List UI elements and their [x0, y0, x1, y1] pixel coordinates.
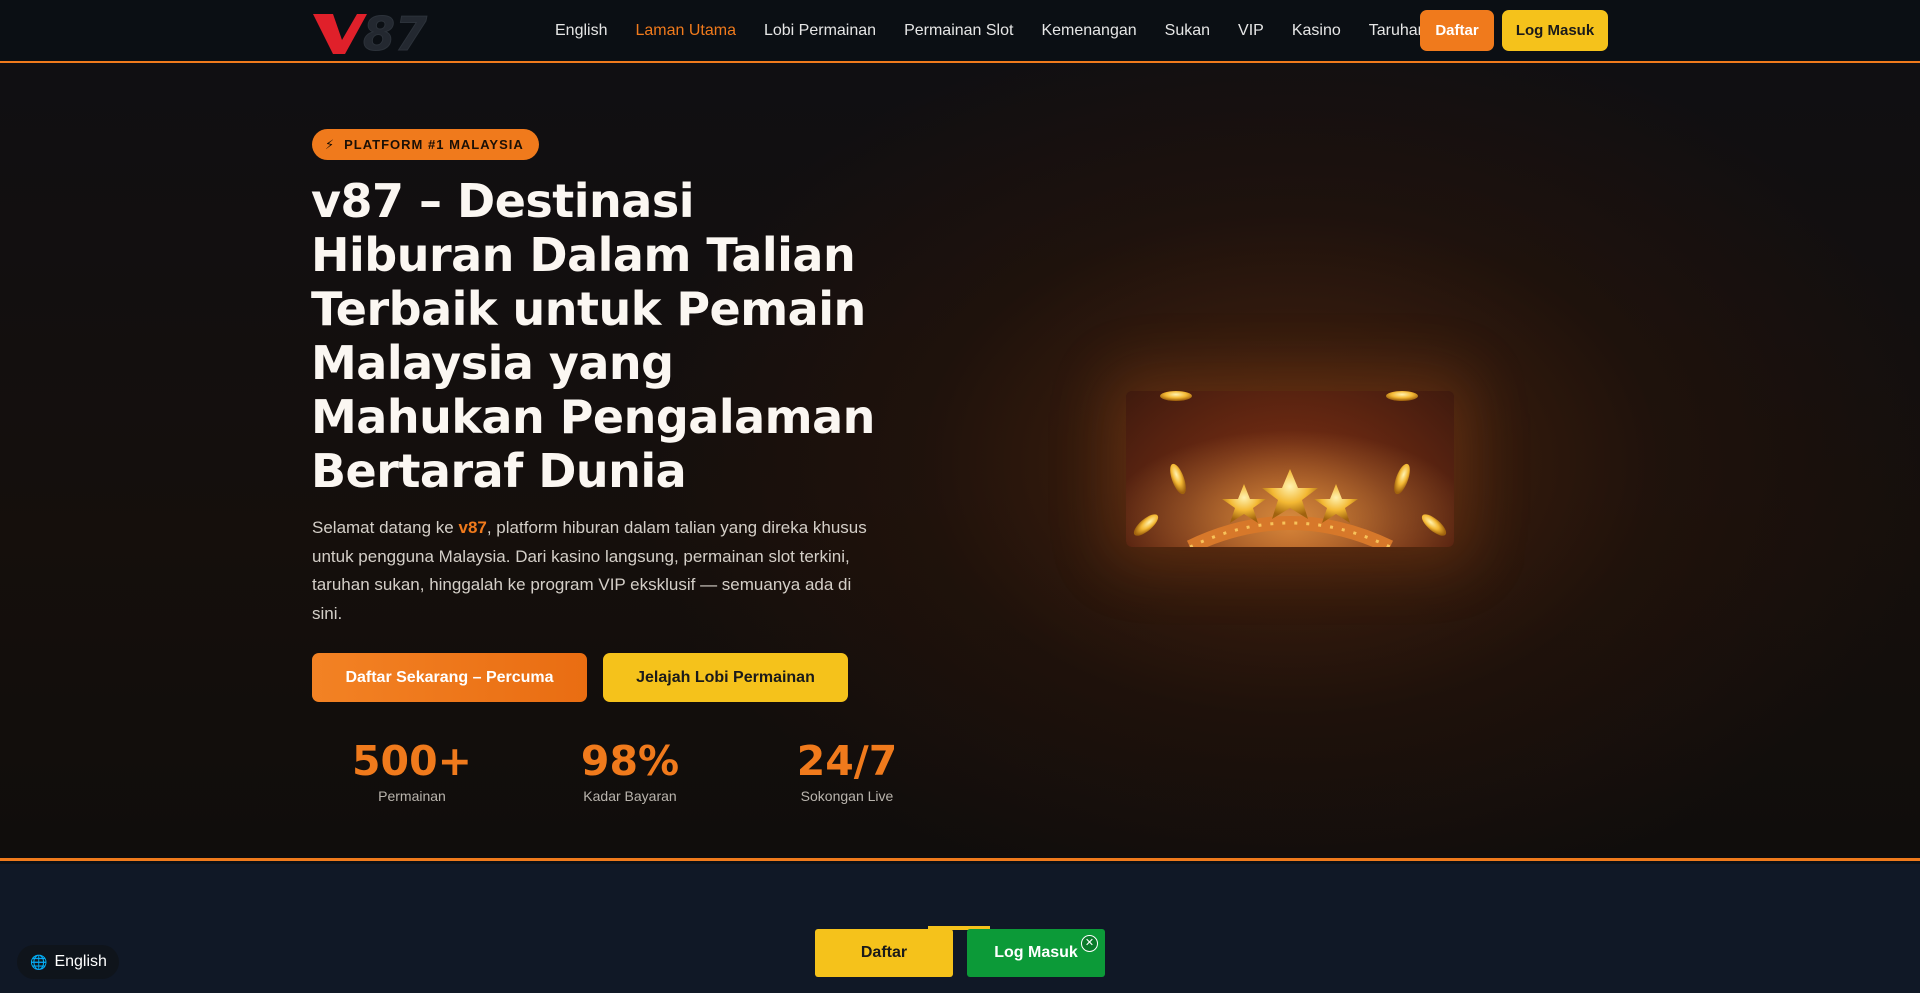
badge-label: PLATFORM #1 MALAYSIA — [344, 137, 524, 152]
nav-kasino[interactable]: Kasino — [1278, 22, 1355, 40]
stat-value: 500+ — [352, 737, 472, 785]
login-button[interactable]: Log Masuk — [1502, 10, 1608, 51]
register-button[interactable]: Daftar — [1420, 10, 1494, 51]
language-label: English — [54, 953, 107, 970]
globe-icon: 🌐 — [30, 953, 48, 970]
hero-description: Selamat datang ke v87, platform hiburan … — [312, 514, 867, 628]
language-switcher[interactable]: 🌐 English — [17, 945, 119, 979]
stat-label: Sokongan Live — [800, 788, 894, 804]
desc-brand-link[interactable]: v87 — [458, 518, 486, 537]
nav-sukan[interactable]: Sukan — [1151, 22, 1224, 40]
casino-stars-illustration — [1126, 391, 1454, 547]
stat-payout: 98% Kadar Bayaran — [545, 736, 715, 804]
close-icon[interactable]: ✕ — [1081, 935, 1098, 952]
explore-lobby-button[interactable]: Jelajah Lobi Permainan — [603, 653, 848, 702]
hero-section — [0, 63, 1920, 861]
stat-games: 500+ Permainan — [327, 736, 497, 804]
nav-vip[interactable]: VIP — [1224, 22, 1278, 40]
stat-label: Permainan — [378, 788, 446, 804]
main-nav: English Laman Utama Lobi Permainan Perma… — [541, 0, 1441, 61]
stat-value: 24/7 — [796, 737, 898, 785]
desc-prefix: Selamat datang ke — [312, 518, 459, 537]
nav-laman-utama[interactable]: Laman Utama — [621, 22, 750, 40]
stat-value: 98% — [580, 737, 680, 785]
svg-text:87: 87 — [363, 8, 427, 56]
register-free-button[interactable]: Daftar Sekarang – Percuma — [312, 653, 587, 702]
platform-badge: ⚡ PLATFORM #1 MALAYSIA — [312, 129, 539, 160]
stat-support: 24/7 Sokongan Live — [762, 736, 932, 804]
nav-kemenangan[interactable]: Kemenangan — [1027, 22, 1150, 40]
site-header: 87 English Laman Utama Lobi Permainan Pe… — [0, 0, 1920, 63]
nav-lobi-permainan[interactable]: Lobi Permainan — [750, 22, 890, 40]
hero-title: v87 – Destinasi Hiburan Dalam Talian Ter… — [311, 174, 875, 498]
stat-label: Kadar Bayaran — [583, 788, 677, 804]
bolt-icon: ⚡ — [325, 136, 336, 152]
floating-register-button[interactable]: Daftar — [815, 929, 953, 977]
v87-logo[interactable]: 87 — [311, 8, 487, 56]
nav-english[interactable]: English — [541, 22, 621, 40]
nav-permainan-slot[interactable]: Permainan Slot — [890, 22, 1027, 40]
